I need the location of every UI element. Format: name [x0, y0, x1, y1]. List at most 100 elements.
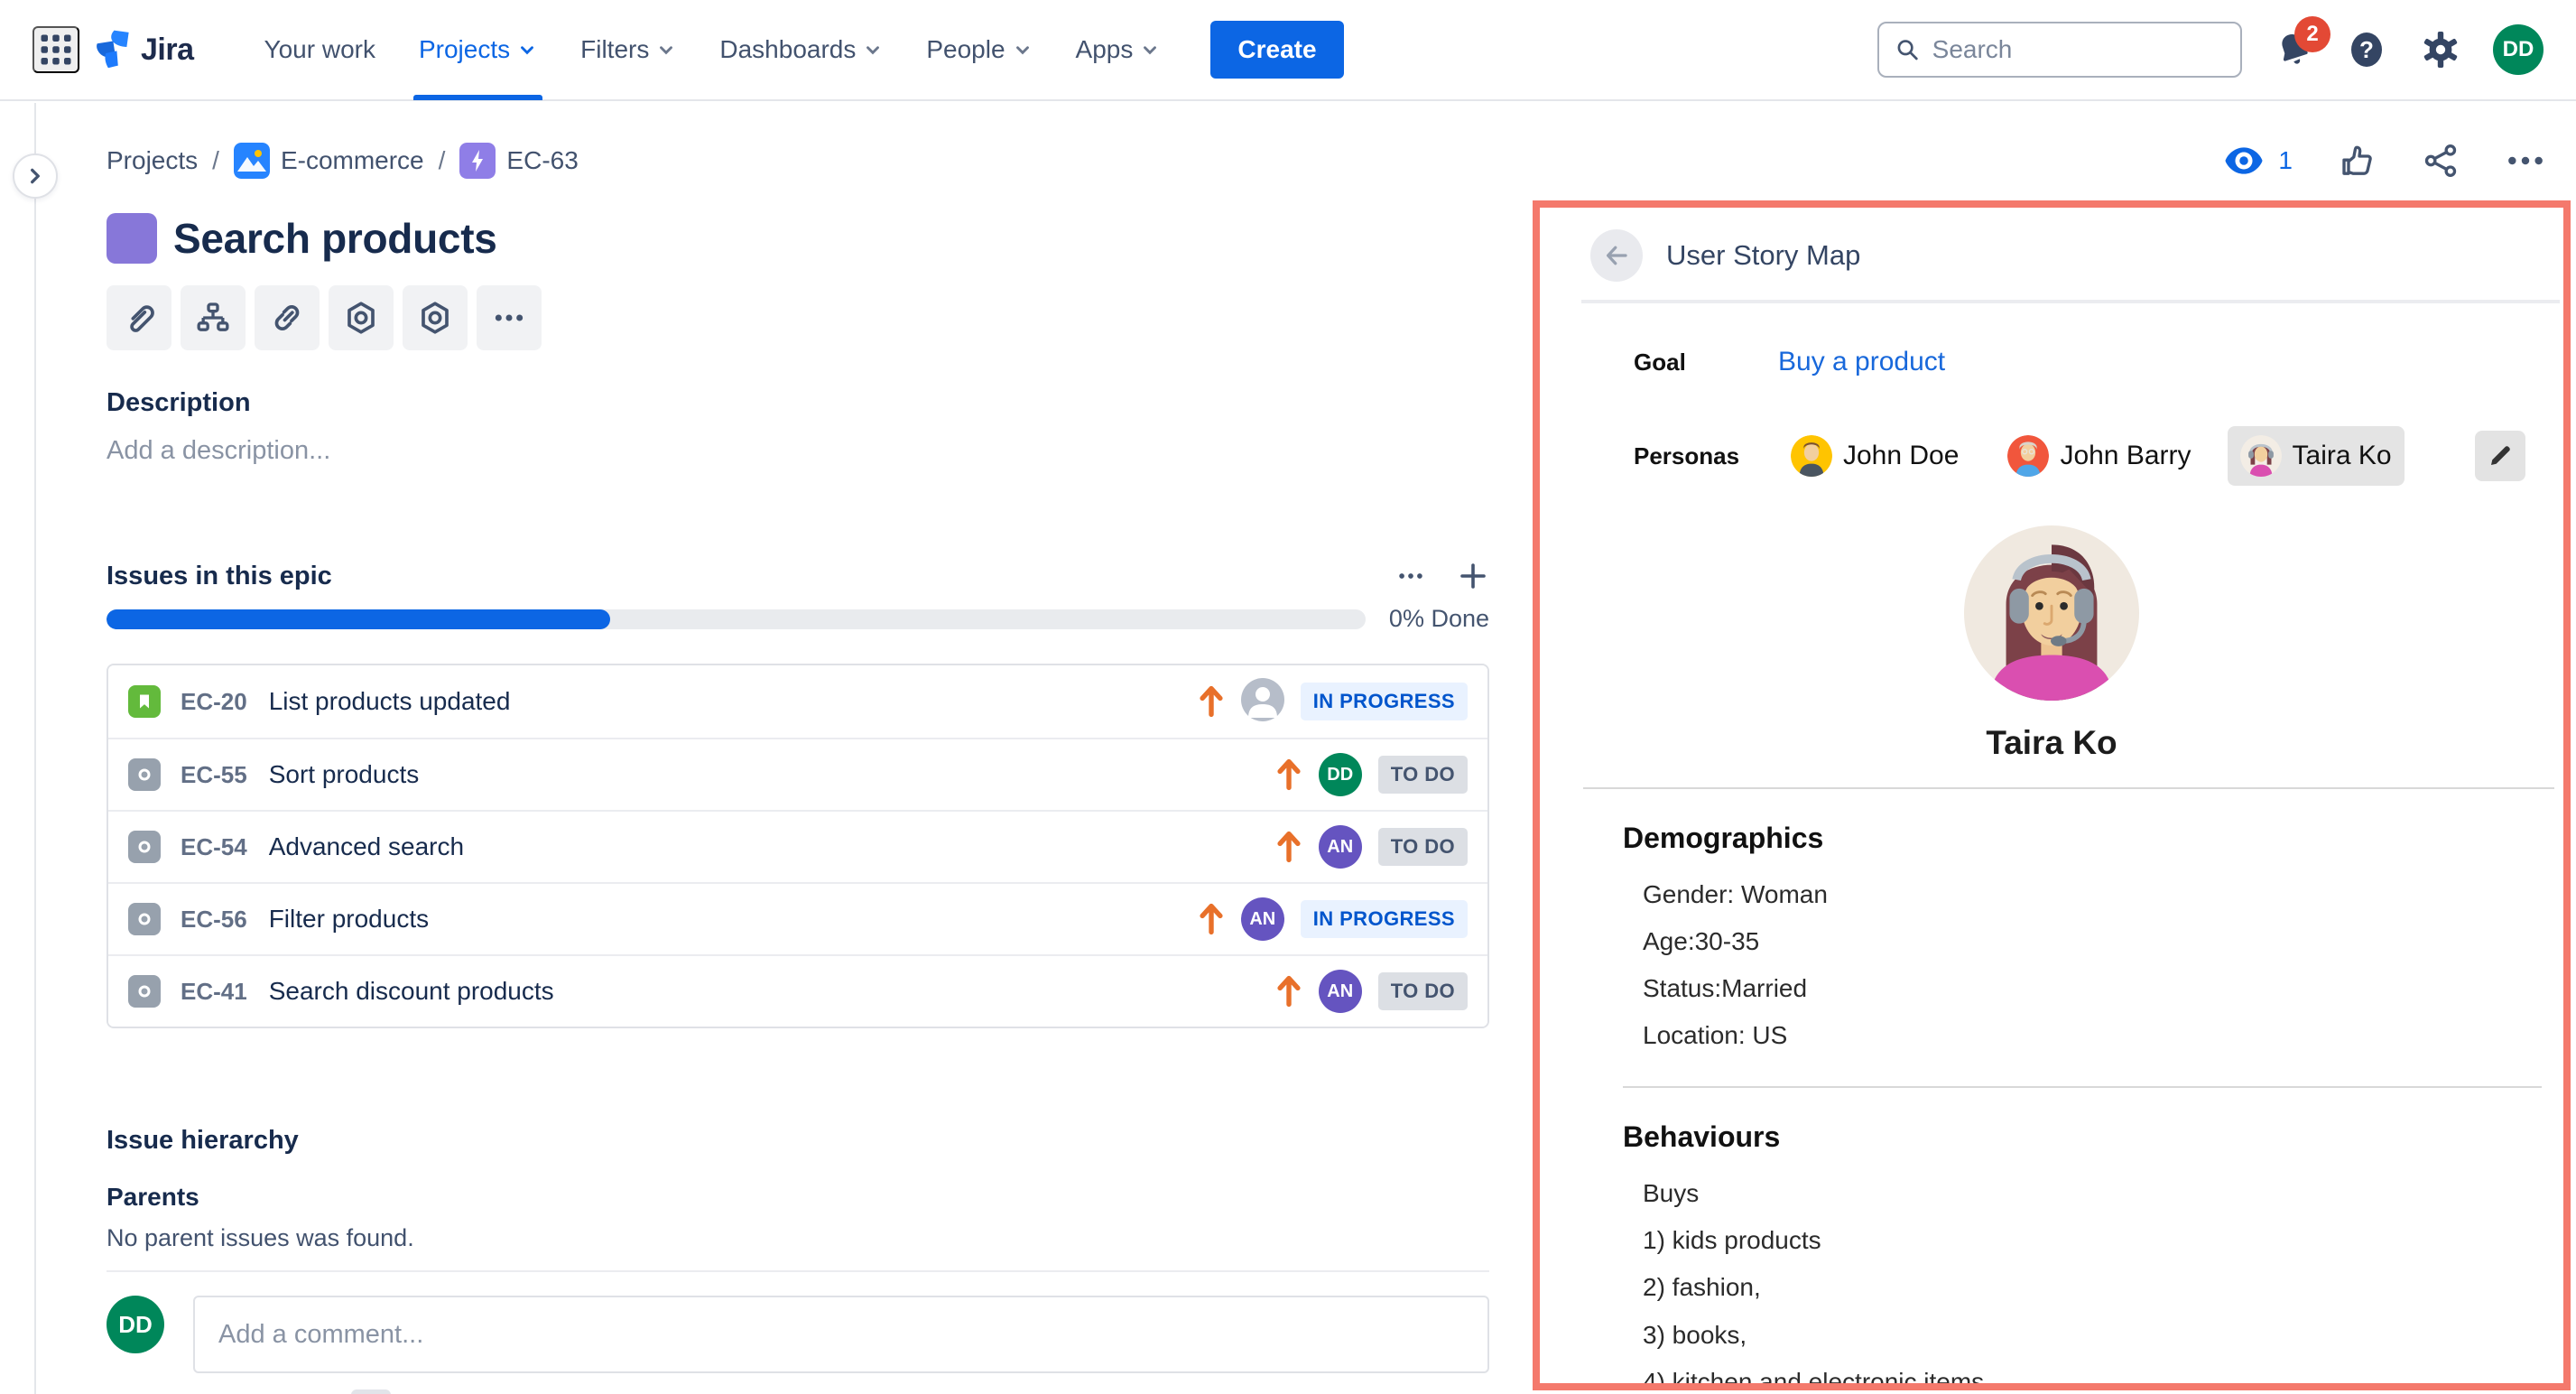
assignee-avatar[interactable]: DD: [1319, 753, 1362, 796]
issue-key[interactable]: EC-20: [181, 688, 247, 716]
issue-row-ec-41[interactable]: EC-41 Search discount products AN TO DO: [108, 954, 1487, 1027]
issue-row-ec-56[interactable]: EC-56 Filter products AN IN PROGRESS: [108, 882, 1487, 954]
app-action-button-2[interactable]: [403, 285, 468, 350]
comment-input-box[interactable]: [193, 1296, 1489, 1373]
nav-menu: Your work Projects Filters Dashboards Pe…: [243, 0, 1182, 100]
persona-chip-john-doe[interactable]: John Doe: [1778, 426, 1971, 486]
add-issue-button[interactable]: [1457, 560, 1489, 592]
keyboard-key-m: M: [351, 1389, 392, 1394]
notifications-button[interactable]: 2: [2273, 29, 2314, 70]
protip-press: press: [284, 1390, 342, 1394]
search-input[interactable]: [1932, 35, 2224, 64]
back-button[interactable]: [1590, 229, 1643, 282]
expand-sidebar-button[interactable]: [13, 153, 58, 199]
issue-hierarchy-heading: Issue hierarchy: [107, 1126, 1489, 1156]
breadcrumb-projects[interactable]: Projects: [107, 146, 198, 175]
jira-logo[interactable]: Jira: [92, 29, 194, 70]
issue-summary[interactable]: Search discount products: [269, 977, 554, 1006]
nav-item-label: People: [926, 35, 1005, 64]
behaviours-list: Buys 1) kids products 2) fashion, 3) boo…: [1623, 1170, 2534, 1390]
breadcrumb-separator: /: [439, 146, 446, 175]
status-badge[interactable]: IN PROGRESS: [1301, 900, 1468, 938]
issue-key[interactable]: EC-56: [181, 906, 247, 934]
issue-summary[interactable]: Sort products: [269, 760, 420, 789]
issue-row-ec-55[interactable]: EC-55 Sort products DD TO DO: [108, 738, 1487, 810]
epic-issues-more-button[interactable]: [1395, 562, 1426, 590]
chevron-down-icon: [1140, 40, 1160, 60]
app-switcher-icon[interactable]: [32, 26, 79, 73]
like-button[interactable]: [2340, 143, 2376, 179]
persona-chip-taira-ko[interactable]: Taira Ko: [2228, 426, 2405, 486]
issue-row-ec-20[interactable]: EC-20 List products updated IN PROGRESS: [108, 665, 1487, 738]
status-badge[interactable]: TO DO: [1378, 972, 1468, 1010]
chevron-right-icon: [25, 166, 45, 186]
assignee-avatar[interactable]: AN: [1319, 970, 1362, 1013]
assignee-avatar-unassigned[interactable]: [1241, 678, 1284, 726]
breadcrumb-issue[interactable]: EC-63: [459, 143, 578, 179]
user-avatar[interactable]: DD: [2493, 24, 2544, 75]
persona-avatar-john-barry: [2007, 435, 2049, 477]
edit-personas-button[interactable]: [2475, 431, 2525, 481]
persona-divider: [1583, 787, 2554, 789]
nav-right: 2 ? DD: [1877, 22, 2544, 78]
issue-row-ec-54[interactable]: EC-54 Advanced search AN TO DO: [108, 810, 1487, 882]
pencil-icon: [2487, 442, 2514, 469]
epic-color-swatch[interactable]: [107, 213, 157, 264]
help-button[interactable]: ?: [2345, 28, 2388, 71]
issue-key[interactable]: EC-54: [181, 833, 247, 861]
ellipsis-icon: [1395, 562, 1426, 590]
ellipsis-icon: [491, 300, 527, 336]
goal-label: Goal: [1634, 348, 1778, 376]
issue-summary[interactable]: List products updated: [269, 687, 511, 716]
nav-item-people[interactable]: People: [904, 0, 1053, 100]
breadcrumb: Projects / E-commerce / EC-63: [107, 143, 579, 179]
paperclip-icon: [121, 300, 157, 336]
selected-persona: Taira Ko: [1540, 525, 2563, 762]
global-search[interactable]: [1877, 22, 2242, 78]
nav-item-dashboards[interactable]: Dashboards: [698, 0, 904, 100]
protip-label: Pro tip:: [193, 1390, 275, 1394]
task-type-icon: [128, 831, 161, 863]
link-issue-button[interactable]: [255, 285, 320, 350]
create-button[interactable]: Create: [1210, 21, 1343, 79]
issue-main-content: Search products: [107, 200, 1489, 1394]
more-actions-button[interactable]: [2506, 143, 2545, 179]
assignee-avatar[interactable]: AN: [1319, 825, 1362, 869]
share-button[interactable]: [2423, 143, 2459, 179]
assignee-avatar[interactable]: AN: [1241, 897, 1284, 941]
issue-summary[interactable]: Advanced search: [269, 832, 464, 861]
demographic-item: Location: US: [1643, 1012, 2534, 1059]
behaviour-item: 3) books,: [1643, 1312, 2534, 1359]
breadcrumb-project[interactable]: E-commerce: [234, 143, 424, 179]
priority-high-icon: [1275, 831, 1302, 863]
active-tab-underline: [413, 95, 542, 100]
issue-key[interactable]: EC-55: [181, 761, 247, 789]
add-child-issue-button[interactable]: [181, 285, 246, 350]
nav-item-label: Apps: [1076, 35, 1134, 64]
settings-button[interactable]: [2419, 28, 2462, 71]
share-icon: [2423, 143, 2459, 179]
nav-item-projects[interactable]: Projects: [397, 0, 559, 100]
toolbar-more-button[interactable]: [477, 285, 542, 350]
watch-button[interactable]: 1: [2224, 145, 2293, 176]
comment-input[interactable]: [218, 1320, 1464, 1350]
page-title[interactable]: Search products: [173, 214, 497, 263]
priority-high-icon: [1275, 758, 1302, 791]
status-badge[interactable]: TO DO: [1378, 828, 1468, 866]
task-type-icon: [128, 903, 161, 935]
issue-key[interactable]: EC-41: [181, 978, 247, 1006]
epic-progress-row: 0% Done: [107, 605, 1489, 633]
description-placeholder[interactable]: Add a description...: [107, 436, 1489, 466]
goal-link[interactable]: Buy a product: [1778, 347, 1945, 377]
status-badge[interactable]: TO DO: [1378, 756, 1468, 794]
persona-chip-john-barry[interactable]: John Barry: [1995, 426, 2203, 486]
attach-button[interactable]: [107, 285, 171, 350]
nav-item-your-work[interactable]: Your work: [243, 0, 397, 100]
nav-item-filters[interactable]: Filters: [559, 0, 698, 100]
priority-high-icon: [1275, 975, 1302, 1008]
issue-summary[interactable]: Filter products: [269, 905, 429, 934]
app-action-button[interactable]: [329, 285, 394, 350]
page-actions: 1: [2224, 143, 2545, 179]
status-badge[interactable]: IN PROGRESS: [1301, 683, 1468, 720]
nav-item-apps[interactable]: Apps: [1054, 0, 1182, 100]
